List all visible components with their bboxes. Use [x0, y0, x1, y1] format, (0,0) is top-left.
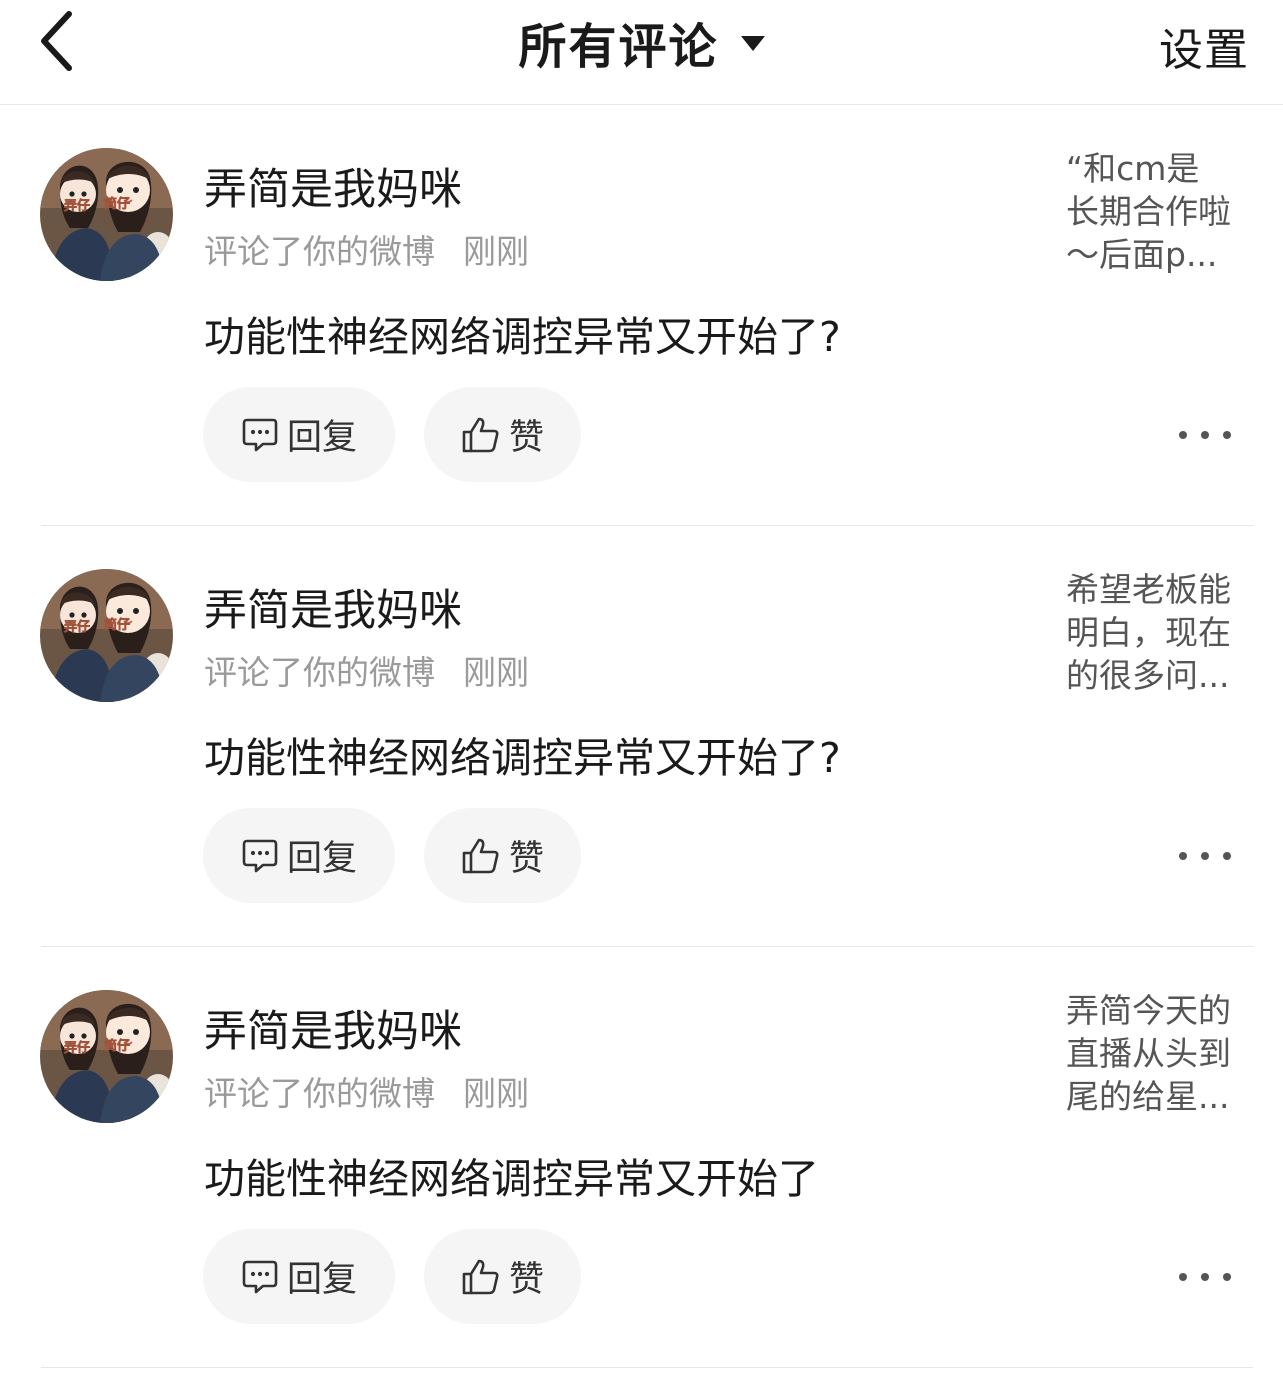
comment-meta: 评论了你的微博 刚刚: [204, 646, 529, 694]
avatar-caption-left: 弄仔: [63, 619, 90, 635]
more-options-button[interactable]: [1179, 410, 1231, 460]
settings-button[interactable]: 设置: [1159, 14, 1249, 78]
avatar[interactable]: 弄仔 简仔: [40, 148, 173, 281]
comment-action: 评论了你的微博: [204, 653, 435, 692]
comment-item: 弄仔 简仔 弄简是我妈咪 评论了你的微博 刚刚 功能性神经网络调控异常又开始了? …: [0, 105, 1283, 526]
username[interactable]: 弄简是我妈咪: [204, 576, 462, 638]
like-button[interactable]: 赞: [424, 808, 581, 903]
avatar-image: 弄仔 简仔: [40, 569, 173, 702]
reply-label: 回复: [286, 418, 357, 458]
comment-filter-dropdown[interactable]: 所有评论: [0, 10, 1283, 75]
source-line: ～后面p...: [1066, 235, 1218, 274]
more-dots-icon: [1223, 431, 1231, 439]
reply-label: 回复: [286, 839, 357, 879]
comment-bubble-icon: [241, 1259, 279, 1295]
source-line: 希望老板能: [1066, 570, 1231, 609]
source-line: 长期合作啦: [1066, 192, 1231, 231]
username[interactable]: 弄简是我妈咪: [204, 155, 462, 217]
comment-item: 弄仔 简仔 弄简是我妈咪 评论了你的微博 刚刚 功能性神经网络调控异常又开始了? …: [0, 526, 1283, 947]
source-line: “和cm是: [1066, 149, 1200, 188]
source-line: 的很多问...: [1066, 656, 1230, 695]
comment-text: 功能性神经网络调控异常又开始了: [204, 1155, 819, 1203]
caret-down-icon: [740, 35, 765, 51]
avatar-image: 弄仔 简仔: [40, 148, 173, 281]
comment-action: 评论了你的微博: [204, 1074, 435, 1113]
more-dots-icon: [1179, 1273, 1187, 1281]
more-dots-icon: [1201, 431, 1209, 439]
username[interactable]: 弄简是我妈咪: [204, 997, 462, 1059]
source-line: 尾的给星...: [1066, 1077, 1230, 1116]
more-options-button[interactable]: [1179, 831, 1231, 881]
more-dots-icon: [1201, 852, 1209, 860]
reply-button[interactable]: 回复: [203, 387, 395, 482]
source-post-preview[interactable]: 希望老板能 明白，现在 的很多问...: [1066, 568, 1248, 697]
reply-label: 回复: [286, 1260, 357, 1300]
comment-action: 评论了你的微博: [204, 232, 435, 271]
more-options-button[interactable]: [1179, 1252, 1231, 1302]
comment-text: 功能性神经网络调控异常又开始了?: [204, 313, 841, 361]
more-dots-icon: [1201, 1273, 1209, 1281]
avatar-caption-right: 简仔: [104, 1038, 130, 1054]
comment-meta: 评论了你的微博 刚刚: [204, 225, 529, 273]
reply-button[interactable]: 回复: [203, 808, 395, 903]
item-divider: [41, 1367, 1253, 1368]
source-line: 明白，现在: [1066, 613, 1231, 652]
like-label: 赞: [508, 418, 544, 458]
more-dots-icon: [1223, 1273, 1231, 1281]
reply-button[interactable]: 回复: [203, 1229, 395, 1324]
comment-text: 功能性神经网络调控异常又开始了?: [204, 734, 841, 782]
avatar-caption-right: 简仔: [104, 196, 130, 212]
thumbs-up-icon: [461, 416, 501, 454]
avatar[interactable]: 弄仔 简仔: [40, 990, 173, 1123]
more-dots-icon: [1223, 852, 1231, 860]
like-label: 赞: [508, 839, 544, 879]
thumbs-up-icon: [461, 837, 501, 875]
comment-bubble-icon: [241, 838, 279, 874]
top-bar: 所有评论 设置: [0, 0, 1283, 105]
source-post-preview[interactable]: “和cm是 长期合作啦 ～后面p...: [1066, 147, 1248, 276]
source-line: 直播从头到: [1066, 1034, 1231, 1073]
source-line: 弄简今天的: [1066, 991, 1231, 1030]
comment-time: 刚刚: [463, 232, 529, 271]
more-dots-icon: [1179, 431, 1187, 439]
source-post-preview[interactable]: 弄简今天的 直播从头到 尾的给星...: [1066, 989, 1248, 1118]
comment-time: 刚刚: [463, 1074, 529, 1113]
avatar-caption-left: 弄仔: [63, 198, 90, 214]
comment-item: 弄仔 简仔 弄简是我妈咪 评论了你的微博 刚刚 功能性神经网络调控异常又开始了 弄…: [0, 947, 1283, 1368]
avatar-image: 弄仔 简仔: [40, 990, 173, 1123]
page-title: 所有评论: [518, 19, 719, 75]
like-button[interactable]: 赞: [424, 1229, 581, 1324]
avatar[interactable]: 弄仔 简仔: [40, 569, 173, 702]
like-button[interactable]: 赞: [424, 387, 581, 482]
thumbs-up-icon: [461, 1258, 501, 1296]
avatar-caption-left: 弄仔: [63, 1040, 90, 1056]
more-dots-icon: [1179, 852, 1187, 860]
comment-time: 刚刚: [463, 653, 529, 692]
comment-meta: 评论了你的微博 刚刚: [204, 1067, 529, 1115]
avatar-caption-right: 简仔: [104, 617, 130, 633]
comment-bubble-icon: [241, 417, 279, 453]
like-label: 赞: [508, 1260, 544, 1300]
